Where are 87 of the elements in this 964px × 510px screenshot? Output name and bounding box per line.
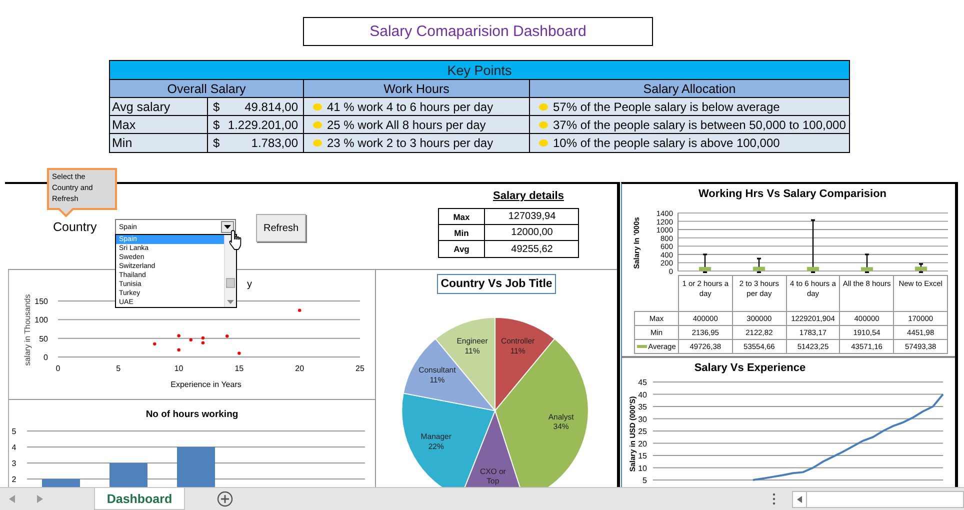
bullet-icon bbox=[313, 120, 322, 128]
tick-label: 25 bbox=[356, 364, 364, 373]
legend-key-icon bbox=[637, 345, 648, 348]
tick-label: 25 bbox=[638, 427, 647, 436]
tick-label: 150 bbox=[34, 297, 48, 306]
bar bbox=[177, 447, 215, 488]
country-label: Country bbox=[53, 220, 98, 234]
data-point bbox=[189, 338, 192, 342]
tick-label: 45 bbox=[638, 378, 647, 387]
tick-label: 0 bbox=[56, 364, 60, 373]
tick-label: 3 bbox=[12, 459, 16, 468]
amount-value: 49.814,00 bbox=[244, 100, 298, 114]
scroll-left-button[interactable] bbox=[792, 491, 807, 508]
amount-value: 1.229.201,00 bbox=[228, 118, 298, 132]
row-label: Avg bbox=[439, 241, 485, 257]
data-point bbox=[226, 334, 229, 338]
key-point-text: 41 % work 4 to 6 hours per day bbox=[327, 100, 494, 114]
table-header: Key Points bbox=[110, 61, 849, 80]
dropdown-button[interactable] bbox=[221, 221, 234, 233]
table-cell: 12000,00 bbox=[485, 225, 579, 241]
tick-label: 10 bbox=[638, 464, 647, 473]
slice-label: Controller 11% bbox=[500, 336, 535, 355]
add-sheet-icon[interactable] bbox=[217, 491, 233, 507]
chart-title: Working Hrs Vs Salary Comparision bbox=[697, 187, 888, 200]
tick-label: 35 bbox=[638, 402, 647, 412]
table-cell: Min bbox=[110, 134, 208, 152]
key-point-text: 10% of the people salary is above 100,000 bbox=[553, 136, 780, 150]
chart-title: No of hours working bbox=[146, 409, 238, 420]
table-cell: Max bbox=[110, 116, 208, 134]
table-cell-text: 49255,62 bbox=[510, 242, 554, 256]
key-point-text: 57% of the People salary is below average bbox=[553, 100, 780, 114]
scroll-left-icon bbox=[797, 496, 802, 503]
tick-label: 30 bbox=[638, 414, 647, 424]
key-point-text: 23 % work 2 to 3 hours per day bbox=[327, 136, 494, 150]
data-point bbox=[298, 308, 302, 312]
slice-label: Analyst 34% bbox=[548, 412, 574, 431]
slice-label: Manager 22% bbox=[420, 432, 452, 450]
dashboard-title: Salary Comaparision Dashboard bbox=[370, 23, 586, 40]
table-cell: Avg salary bbox=[110, 98, 208, 116]
data-point bbox=[238, 352, 241, 355]
bullet-icon bbox=[539, 120, 548, 128]
bullet-icon bbox=[539, 139, 548, 147]
tick-label: 0 bbox=[44, 353, 48, 362]
row-label: Min bbox=[439, 225, 485, 241]
axis-title: salary in Thousands bbox=[23, 294, 32, 366]
tick-label: 5 bbox=[12, 427, 16, 436]
tick-label: 4 bbox=[12, 443, 16, 452]
section-title: Salary details bbox=[493, 190, 565, 202]
data-point bbox=[177, 334, 180, 338]
currency-sign: $ bbox=[213, 100, 220, 114]
chart-title: Salary Vs Experience bbox=[694, 362, 806, 374]
data-point bbox=[153, 342, 156, 346]
more-options-icon[interactable] bbox=[772, 493, 776, 505]
table-cell: 127039,94 bbox=[485, 209, 579, 225]
tick-label: 40 bbox=[638, 390, 647, 400]
tick-label: 15 bbox=[234, 364, 244, 373]
tick-label: 20 bbox=[638, 439, 647, 448]
data-point bbox=[177, 348, 180, 352]
scroll-down-icon bbox=[227, 300, 234, 304]
sheet-tab[interactable]: Dashboard bbox=[94, 488, 185, 510]
slice-label: Engineer 11% bbox=[456, 336, 488, 355]
tick-label: 15 bbox=[638, 452, 647, 460]
tick-label: 50 bbox=[39, 334, 48, 344]
slice-label: CXO or Top bbox=[480, 466, 506, 486]
tick-label: 5 bbox=[642, 476, 647, 485]
amount-value: 1.783,00 bbox=[251, 136, 298, 150]
bullet-icon bbox=[313, 102, 322, 110]
row-label: Max bbox=[439, 209, 485, 225]
chart-title: Country Vs Job Title bbox=[436, 274, 556, 294]
chart-title: y bbox=[247, 279, 252, 290]
bullet-icon bbox=[313, 139, 322, 147]
key-point-text: 25 % work All 8 hours per day bbox=[327, 118, 486, 132]
bullet-icon bbox=[539, 102, 548, 110]
horizontal-scrollbar[interactable] bbox=[807, 491, 964, 508]
axis-title: Experience in Years bbox=[170, 380, 242, 389]
currency-sign: $ bbox=[213, 136, 220, 150]
caret-icon bbox=[224, 225, 231, 229]
slice-label: Consultant 11% bbox=[418, 365, 456, 384]
tick-label: 100 bbox=[34, 316, 48, 325]
tick-label: 20 bbox=[295, 364, 304, 373]
tick-label: 2 bbox=[12, 475, 16, 484]
scrollbar-thumb[interactable] bbox=[226, 278, 235, 288]
currency-sign: $ bbox=[213, 118, 220, 132]
tick-label: 10 bbox=[174, 364, 184, 373]
key-point-text: 37% of the people salary is between 50,000 to 100,000 bbox=[553, 118, 846, 132]
tick-label: 5 bbox=[116, 364, 121, 373]
refresh-button[interactable]: Refresh bbox=[256, 214, 306, 242]
